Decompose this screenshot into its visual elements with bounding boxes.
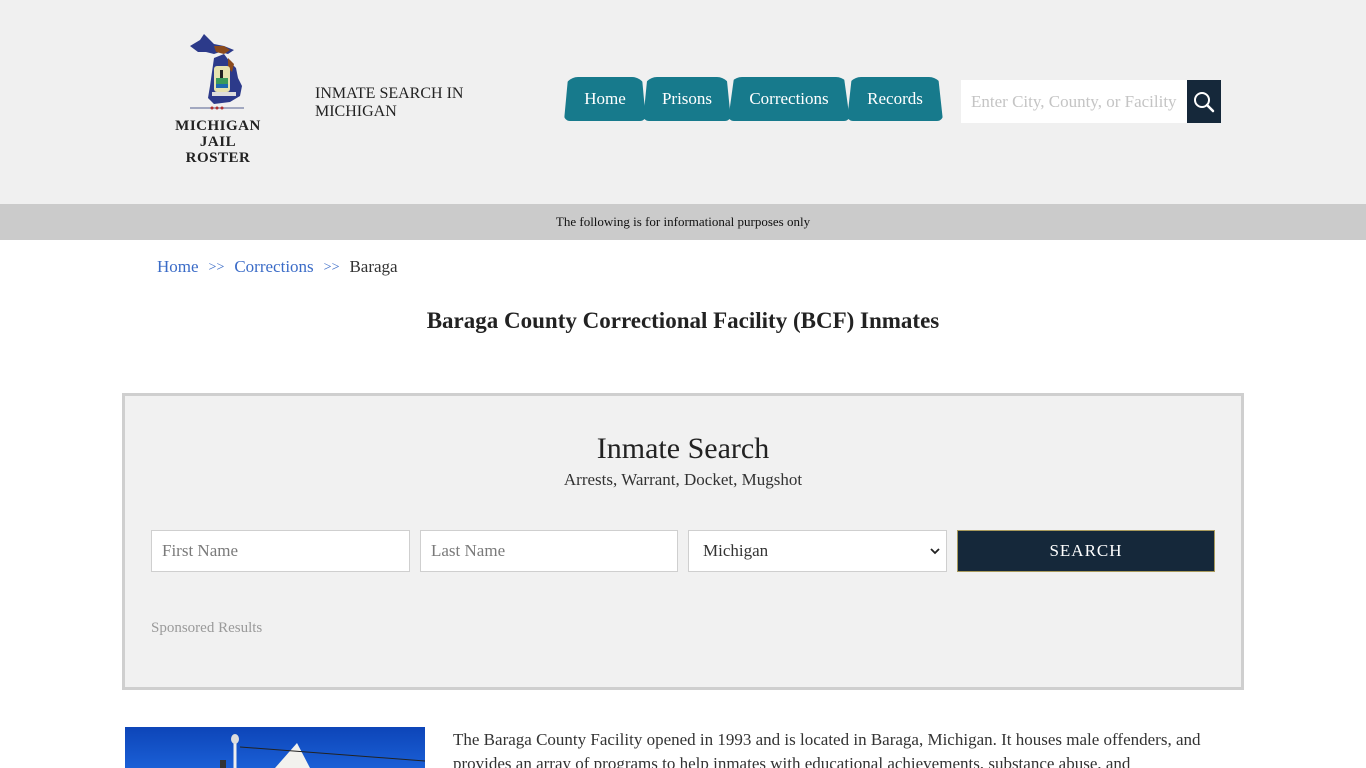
first-name-input[interactable] bbox=[151, 530, 410, 572]
page-title: Baraga County Correctional Facility (BCF… bbox=[426, 308, 940, 333]
site-logo[interactable]: MICHIGAN JAIL ROSTER bbox=[166, 30, 270, 166]
site-search-button[interactable] bbox=[1187, 80, 1221, 123]
breadcrumb-home[interactable]: Home bbox=[157, 257, 199, 279]
nav-corrections[interactable]: Corrections bbox=[728, 77, 850, 121]
facility-photo bbox=[125, 727, 425, 768]
breadcrumb-separator: >> bbox=[208, 260, 225, 275]
notice-bar: The following is for informational purpo… bbox=[0, 204, 1366, 240]
logo-text: MICHIGAN JAIL ROSTER bbox=[166, 118, 270, 166]
breadcrumb-current: Baraga bbox=[349, 257, 398, 276]
breadcrumb: Home >> Corrections >> Baraga bbox=[157, 257, 398, 279]
facility-description: The Baraga County Facility opened in 199… bbox=[453, 730, 1201, 768]
site-tagline: INMATE SEARCH IN MICHIGAN bbox=[315, 85, 464, 120]
nav-prisons[interactable]: Prisons bbox=[643, 77, 731, 121]
inmate-search-title: Inmate Search bbox=[596, 432, 770, 465]
logo-text-line2: JAIL ROSTER bbox=[185, 134, 251, 166]
inmate-search-panel: Inmate Search Arrests, Warrant, Docket, … bbox=[122, 393, 1244, 690]
site-header: MICHIGAN JAIL ROSTER INMATE SEARCH IN MI… bbox=[0, 0, 1366, 204]
site-search-input[interactable] bbox=[961, 80, 1187, 123]
breadcrumb-corrections[interactable]: Corrections bbox=[234, 257, 313, 279]
nav-home[interactable]: Home bbox=[564, 77, 646, 121]
main-nav: Home Prisons Corrections Records bbox=[564, 77, 943, 121]
last-name-input[interactable] bbox=[420, 530, 678, 572]
state-select-value: Michigan bbox=[703, 541, 769, 560]
site-search bbox=[961, 80, 1221, 123]
inmate-search-button[interactable]: SEARCH bbox=[957, 530, 1215, 572]
chevron-down-icon bbox=[930, 548, 940, 555]
inmate-search-subtitle: Arrests, Warrant, Docket, Mugshot bbox=[563, 470, 803, 489]
state-select[interactable]: Michigan bbox=[688, 530, 947, 572]
breadcrumb-separator: >> bbox=[323, 260, 340, 275]
michigan-map-icon bbox=[190, 34, 244, 110]
nav-records[interactable]: Records bbox=[847, 77, 943, 121]
search-icon bbox=[1194, 91, 1215, 112]
sponsored-results-label: Sponsored Results bbox=[151, 620, 263, 636]
logo-text-line1: MICHIGAN bbox=[175, 118, 261, 134]
